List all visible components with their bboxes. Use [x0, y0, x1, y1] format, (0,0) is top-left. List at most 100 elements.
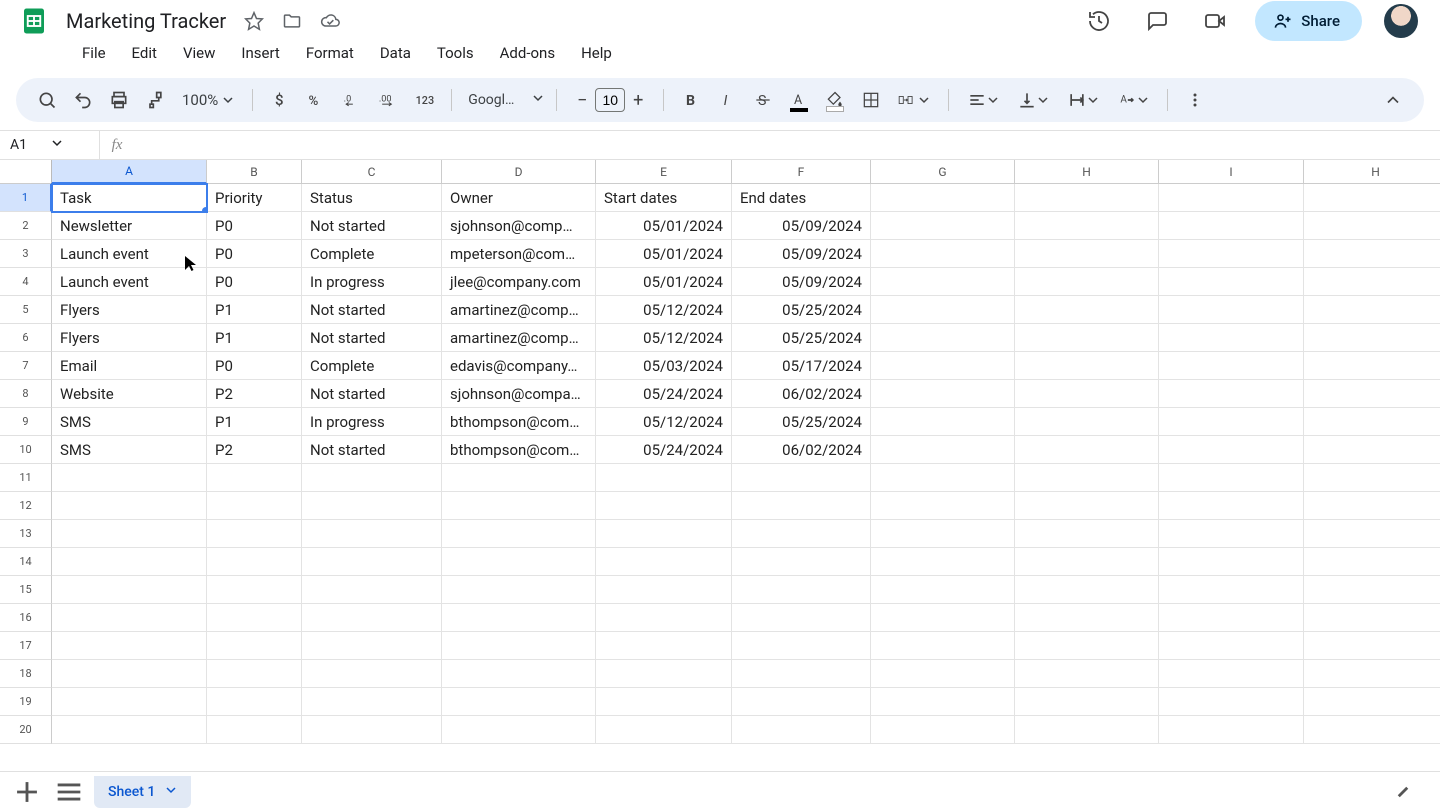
cell[interactable]: [1304, 492, 1440, 520]
cell[interactable]: [1015, 352, 1159, 380]
menu-data[interactable]: Data: [368, 40, 423, 66]
cell[interactable]: [302, 464, 442, 492]
menu-format[interactable]: Format: [294, 40, 366, 66]
cell[interactable]: [52, 520, 207, 548]
cell[interactable]: 05/25/2024: [732, 408, 871, 436]
cell[interactable]: [1015, 660, 1159, 688]
add-sheet-button[interactable]: [10, 775, 44, 809]
cell[interactable]: 05/01/2024: [596, 268, 732, 296]
cell[interactable]: [871, 436, 1015, 464]
cell[interactable]: [1304, 632, 1440, 660]
cloud-saved-icon[interactable]: [316, 7, 344, 35]
cell[interactable]: P0: [207, 212, 302, 240]
share-button[interactable]: Share: [1255, 1, 1362, 41]
cell[interactable]: [1159, 380, 1304, 408]
cell[interactable]: [871, 240, 1015, 268]
cell[interactable]: P0: [207, 352, 302, 380]
cell[interactable]: [1015, 212, 1159, 240]
cell[interactable]: [1304, 548, 1440, 576]
cell[interactable]: [302, 688, 442, 716]
cell[interactable]: [1159, 464, 1304, 492]
cell[interactable]: [871, 380, 1015, 408]
cell[interactable]: 05/17/2024: [732, 352, 871, 380]
cell[interactable]: [442, 548, 596, 576]
menu-edit[interactable]: Edit: [120, 40, 169, 66]
cell[interactable]: Not started: [302, 324, 442, 352]
cell[interactable]: [52, 548, 207, 576]
col-header-H[interactable]: H: [1015, 160, 1159, 184]
cell[interactable]: [871, 184, 1015, 212]
cell[interactable]: 05/09/2024: [732, 268, 871, 296]
cell[interactable]: [1304, 268, 1440, 296]
cell[interactable]: [1304, 324, 1440, 352]
cell[interactable]: edavis@company…: [442, 352, 596, 380]
cell[interactable]: [596, 632, 732, 660]
row-header-9[interactable]: 9: [0, 408, 52, 436]
cell[interactable]: [207, 604, 302, 632]
cell[interactable]: [1159, 436, 1304, 464]
cell[interactable]: Newsletter: [52, 212, 207, 240]
cell[interactable]: [596, 464, 732, 492]
cell[interactable]: [442, 520, 596, 548]
col-header-G[interactable]: G: [871, 160, 1015, 184]
menu-help[interactable]: Help: [569, 40, 624, 66]
menu-insert[interactable]: Insert: [229, 40, 291, 66]
history-icon[interactable]: [1081, 3, 1117, 39]
cell[interactable]: [442, 576, 596, 604]
cell[interactable]: [596, 520, 732, 548]
text-rotation-icon[interactable]: A: [1111, 85, 1155, 115]
cell[interactable]: [1304, 240, 1440, 268]
cell[interactable]: [442, 716, 596, 744]
select-all-corner[interactable]: [0, 160, 52, 184]
cell[interactable]: [1304, 380, 1440, 408]
row-header-17[interactable]: 17: [0, 632, 52, 660]
row-header-5[interactable]: 5: [0, 296, 52, 324]
cell[interactable]: [1015, 324, 1159, 352]
row-header-2[interactable]: 2: [0, 212, 52, 240]
cell[interactable]: [1304, 352, 1440, 380]
cell[interactable]: [207, 576, 302, 604]
row-header-13[interactable]: 13: [0, 520, 52, 548]
all-sheets-button[interactable]: [52, 775, 86, 809]
cell[interactable]: [1159, 688, 1304, 716]
cell[interactable]: 05/03/2024: [596, 352, 732, 380]
cell[interactable]: [732, 716, 871, 744]
more-toolbar-icon[interactable]: [1180, 85, 1210, 115]
cell[interactable]: mpeterson@com…: [442, 240, 596, 268]
decrease-decimal-icon[interactable]: .0: [337, 85, 367, 115]
cell[interactable]: [871, 716, 1015, 744]
row-header-12[interactable]: 12: [0, 492, 52, 520]
cell[interactable]: Priority: [207, 184, 302, 212]
cell[interactable]: [1015, 408, 1159, 436]
explore-icon[interactable]: [1386, 775, 1420, 809]
cell[interactable]: [871, 212, 1015, 240]
row-header-14[interactable]: 14: [0, 548, 52, 576]
col-header-E[interactable]: E: [596, 160, 732, 184]
cell[interactable]: [1159, 632, 1304, 660]
cell[interactable]: [871, 520, 1015, 548]
zoom-dropdown[interactable]: 100%: [176, 91, 240, 110]
cell[interactable]: [1159, 240, 1304, 268]
col-header-D[interactable]: D: [442, 160, 596, 184]
cell[interactable]: [1015, 520, 1159, 548]
cell[interactable]: [1015, 688, 1159, 716]
cell[interactable]: [442, 632, 596, 660]
name-box[interactable]: A1: [0, 131, 100, 159]
cell[interactable]: [871, 296, 1015, 324]
cell[interactable]: sjohnson@comp…: [442, 212, 596, 240]
cell[interactable]: [1304, 520, 1440, 548]
cell[interactable]: [1015, 184, 1159, 212]
cell[interactable]: [732, 492, 871, 520]
star-icon[interactable]: [240, 7, 268, 35]
vertical-align-icon[interactable]: [1011, 85, 1055, 115]
cell[interactable]: Complete: [302, 240, 442, 268]
cell[interactable]: jlee@company.com: [442, 268, 596, 296]
cell[interactable]: [302, 492, 442, 520]
cell[interactable]: [52, 492, 207, 520]
menu-file[interactable]: File: [70, 40, 118, 66]
cell[interactable]: [871, 688, 1015, 716]
cell[interactable]: amartinez@comp…: [442, 296, 596, 324]
more-formats-icon[interactable]: 123: [409, 85, 439, 115]
cell[interactable]: In progress: [302, 268, 442, 296]
cell[interactable]: [52, 716, 207, 744]
